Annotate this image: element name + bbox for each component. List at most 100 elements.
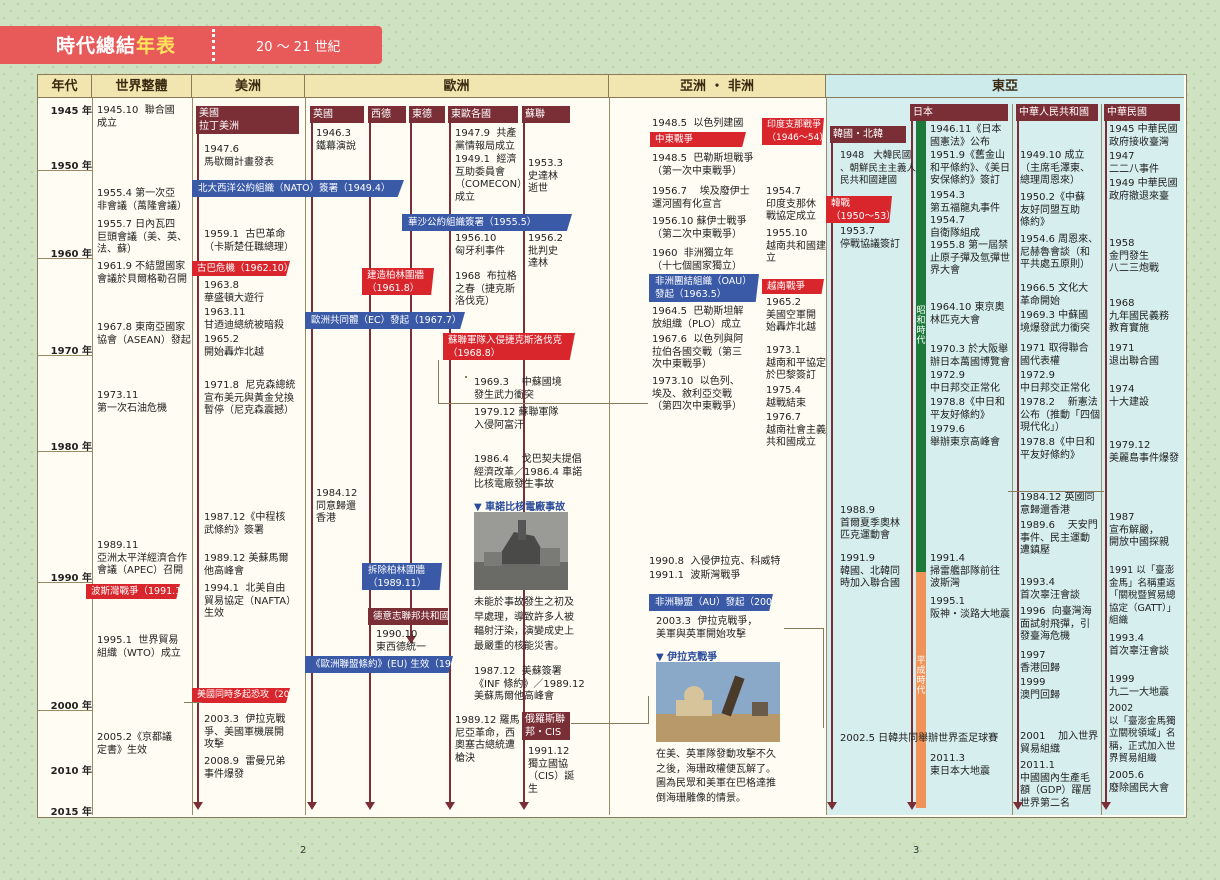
japan-event: 1991.4 掃雷艦部隊前往 波斯灣 xyxy=(930,553,1000,589)
korea-event: 2002.5 日韓共同舉辦世界盃足球賽 xyxy=(840,733,999,744)
europe-event: 1987.12 美蘇簽署 《INF 條約》／1989.12 美蘇馬爾他高峰會 xyxy=(474,666,585,702)
japan-event: 1979.6 舉辦東京高峰會 xyxy=(930,424,1000,448)
korea-event: 1991.9 韓國、北韓同 時加入聯合國 xyxy=(840,553,900,589)
tag-ec: 歐洲共同體（EC）發起（1967.7） xyxy=(305,312,465,329)
tag-au: 非洲聯盟（AU）發起（2002.7） xyxy=(649,594,773,611)
prc-event: 1996 向臺灣海 面試射飛彈，引 發臺海危機 xyxy=(1020,606,1092,642)
japan-event: 1970.3 於大阪舉 辦日本萬國博覽會 xyxy=(930,344,1010,368)
connector-line xyxy=(784,628,824,728)
world-event: 1967.8 東南亞國家 協會（ASEAN）發起 xyxy=(97,322,191,346)
tag-nato: 北大西洋公約組織（NATO）簽署（1949.4） xyxy=(192,180,404,197)
iraq-caption: 在美、英軍隊發動攻擊不久 之後，海珊政權便瓦解了。 圖為民眾和美軍在巴格達推 倒… xyxy=(656,749,776,804)
europe-event: 1989.12 羅馬 尼亞革命，西 奧塞古總統遭 槍決 xyxy=(455,715,520,764)
year-gridline xyxy=(38,170,92,171)
prc-event: 2001 加入世界 貿易組織 xyxy=(1020,731,1099,755)
korea-event: 1988.9 首爾夏季奧林 匹克運動會 xyxy=(840,505,900,541)
timeline-arrow xyxy=(827,802,837,810)
tag-korean-war: 韓戰 （1950～53） xyxy=(826,196,892,223)
roc-event: 1979.12 美麗島事件爆發 xyxy=(1109,440,1179,464)
tag-berlin-wall-fall: 拆除柏林圍牆 （1989.11） xyxy=(362,563,442,590)
tag-vietnam-war: 越南戰爭 xyxy=(762,279,824,294)
korea-event: 1953.7 停戰協議簽訂 xyxy=(840,226,900,250)
roc-event: 1947 二二八事件 xyxy=(1109,151,1159,175)
vietnam-event: 1976.7 越南社會主義 共和國成立 xyxy=(766,412,826,448)
europe-event: 1986.4 戈巴契夫提倡 經濟改革／1986.4 車諾 比核電廠發生事故 xyxy=(474,454,583,490)
asia-event: 1948.5 巴勒斯坦戰爭 （第一次中東戰爭） xyxy=(652,153,754,177)
prc-event: 1997 香港回歸 xyxy=(1020,650,1060,674)
timeline-arrow xyxy=(519,802,529,810)
japan-event: 1954.3 第五福龍丸事件 xyxy=(930,190,1000,214)
timeline-arrow xyxy=(193,802,203,810)
americas-event: 1963.8 華盛頓大遊行 xyxy=(204,280,264,304)
tag-german-federal-republic: 德意志聯邦共和國 xyxy=(368,608,449,625)
tag-berlin-wall-build: 建造柏林圍牆 （1961.8） xyxy=(362,268,434,295)
americas-event: 1947.6 馬歇爾計畫發表 xyxy=(204,144,274,168)
timeline-arrow xyxy=(307,802,317,810)
prc-event: 1989.6 天安門 事件、民主運動 遭鎮壓 xyxy=(1020,520,1098,556)
vietnam-event: 1975.4 越戰結束 xyxy=(766,385,806,409)
japan-event: 1964.10 東京奧 林匹克大會 xyxy=(930,302,1005,326)
americas-event: 1959.1 古巴革命 （卡斯楚任職總理） xyxy=(204,229,294,253)
header-asia-africa: 亞洲 ・ 非洲 xyxy=(609,75,826,98)
year-gridline xyxy=(38,258,92,259)
roc-event: 1968 九年國民義務 教育實施 xyxy=(1109,298,1169,334)
subheader-soviet: 蘇聯 xyxy=(522,106,570,123)
japan-event: 1972.9 中日邦交正常化 xyxy=(930,370,1000,394)
tag-indochina: 印度支那戰爭 （1946～54） xyxy=(762,118,824,145)
header-world: 世界整體 xyxy=(92,75,192,98)
timeline-line-japan xyxy=(911,120,913,802)
subheader-east-germany: 東德 xyxy=(409,106,445,123)
asia-event: 1991.1 波斯灣戰爭 xyxy=(649,570,741,581)
asia-event: 1967.6 以色列與阿 拉伯各國交戰（第三 次中東戰爭） xyxy=(652,334,744,370)
world-event: 2005.2《京都議 定書》生效 xyxy=(97,732,172,756)
connector-line xyxy=(1008,440,1104,492)
world-event: 1945.10 聯合國 成立 xyxy=(97,105,175,129)
roc-event: 1987 宣布解嚴， 開放中國探親 xyxy=(1109,512,1169,548)
europe-event: 1991.12 獨立國協 （CIS）誕 生 xyxy=(528,746,575,795)
timeline-line-uk xyxy=(311,120,313,802)
header-europe: 歐洲 xyxy=(305,75,609,98)
year-gridline xyxy=(38,582,92,583)
prc-event: 2011.1 中國國內生產毛 額（GDP）躍居 世界第二名 xyxy=(1020,760,1092,809)
americas-event: 1994.1 北美自由 貿易協定（NAFTA） 生效 xyxy=(204,583,297,619)
subheader-uk: 英國 xyxy=(310,106,364,123)
prc-event: 1949.10 成立 （主席毛澤東、 總理周恩來） xyxy=(1020,150,1090,186)
roc-event: 1991 以「臺澎 金馬」名稱重返 「關稅暨貿易總 協定（GATT）」 組織 xyxy=(1109,565,1177,626)
japan-event: 1978.8《中日和 平友好條約》 xyxy=(930,397,1005,421)
prc-event: 1984.12 英國同 意歸還香港 xyxy=(1020,492,1095,516)
americas-event: 2003.3 伊拉克戰 爭、美國軍機展開 攻擊 xyxy=(204,714,286,750)
europe-event: 1979.12 蘇聯軍隊 入侵阿富汗 xyxy=(474,407,559,431)
year-2015: 2015 年 xyxy=(50,807,92,818)
prc-event: 1978.2 新憲法 公布（推動「四個 現代化」） xyxy=(1020,397,1100,433)
europe-event: 1946.3 鐵幕演說 xyxy=(316,128,356,152)
vietnam-event: 1973.1 越南和平協定 於巴黎簽訂 xyxy=(766,345,826,381)
year-1945: 1945 年 xyxy=(50,106,92,117)
subheader-korea: 韓國・北韓 xyxy=(830,126,906,143)
tag-eu: 《歐洲聯盟條約》(EU) 生效（1993.10） xyxy=(305,656,453,673)
chernobyl-caption: 未能於事故發生之初及 早處理，導致許多人被 輻射汙染，演變成史上 最嚴重的核能災… xyxy=(474,597,574,652)
era-label-showa: 昭和時代 xyxy=(916,306,926,346)
iraq-photo xyxy=(656,662,780,742)
roc-event: 1974 十大建設 xyxy=(1109,384,1149,408)
prc-event: 1972.9 中日邦交正常化 xyxy=(1020,370,1090,394)
year-gridline xyxy=(38,710,92,711)
roc-event: 1958 金門發生 八二三炮戰 xyxy=(1109,238,1159,274)
tag-oau: 非洲團結組織（OAU） 發起（1963.5） xyxy=(649,274,759,302)
vietnam-event: 1965.2 美國空軍開 始轟炸北越 xyxy=(766,297,816,333)
roc-event: 1971 退出聯合國 xyxy=(1109,343,1159,367)
korea-event: 1948 大韓民國 、朝鮮民主主義人 民共和國建國 xyxy=(840,150,917,186)
subheader-east-europe: 東歐各國 xyxy=(448,106,518,123)
connector-line xyxy=(465,376,467,378)
europe-event: 1968 布拉格 之春（捷克斯 洛伐克） xyxy=(455,271,517,307)
americas-event: 1987.12《中程核 武條約》簽署 xyxy=(204,512,286,536)
connector-line xyxy=(438,360,648,404)
world-event: 1989.11 亞洲太平洋經濟合作 會議（APEC）召開 xyxy=(97,540,187,576)
era-band-showa xyxy=(916,120,926,572)
world-event: 1955.4 第一次亞 非會議（萬隆會議） xyxy=(97,188,187,212)
asia-event: 1956.10 蘇伊士戰爭 （第二次中東戰爭） xyxy=(652,216,747,240)
asia-event: 2003.3 伊拉克戰爭， 美軍與英軍開始攻擊 xyxy=(656,616,758,640)
europe-event: 1990.10 東西德統一 xyxy=(376,629,426,653)
subheader-russia-cis: 俄羅斯聯 邦・CIS xyxy=(522,712,570,740)
americas-event: 1965.2 開始轟炸北越 xyxy=(204,334,264,358)
japan-event: 1951.9《舊金山 和平條約》、《美日 安保條約》簽訂 xyxy=(930,150,1010,186)
